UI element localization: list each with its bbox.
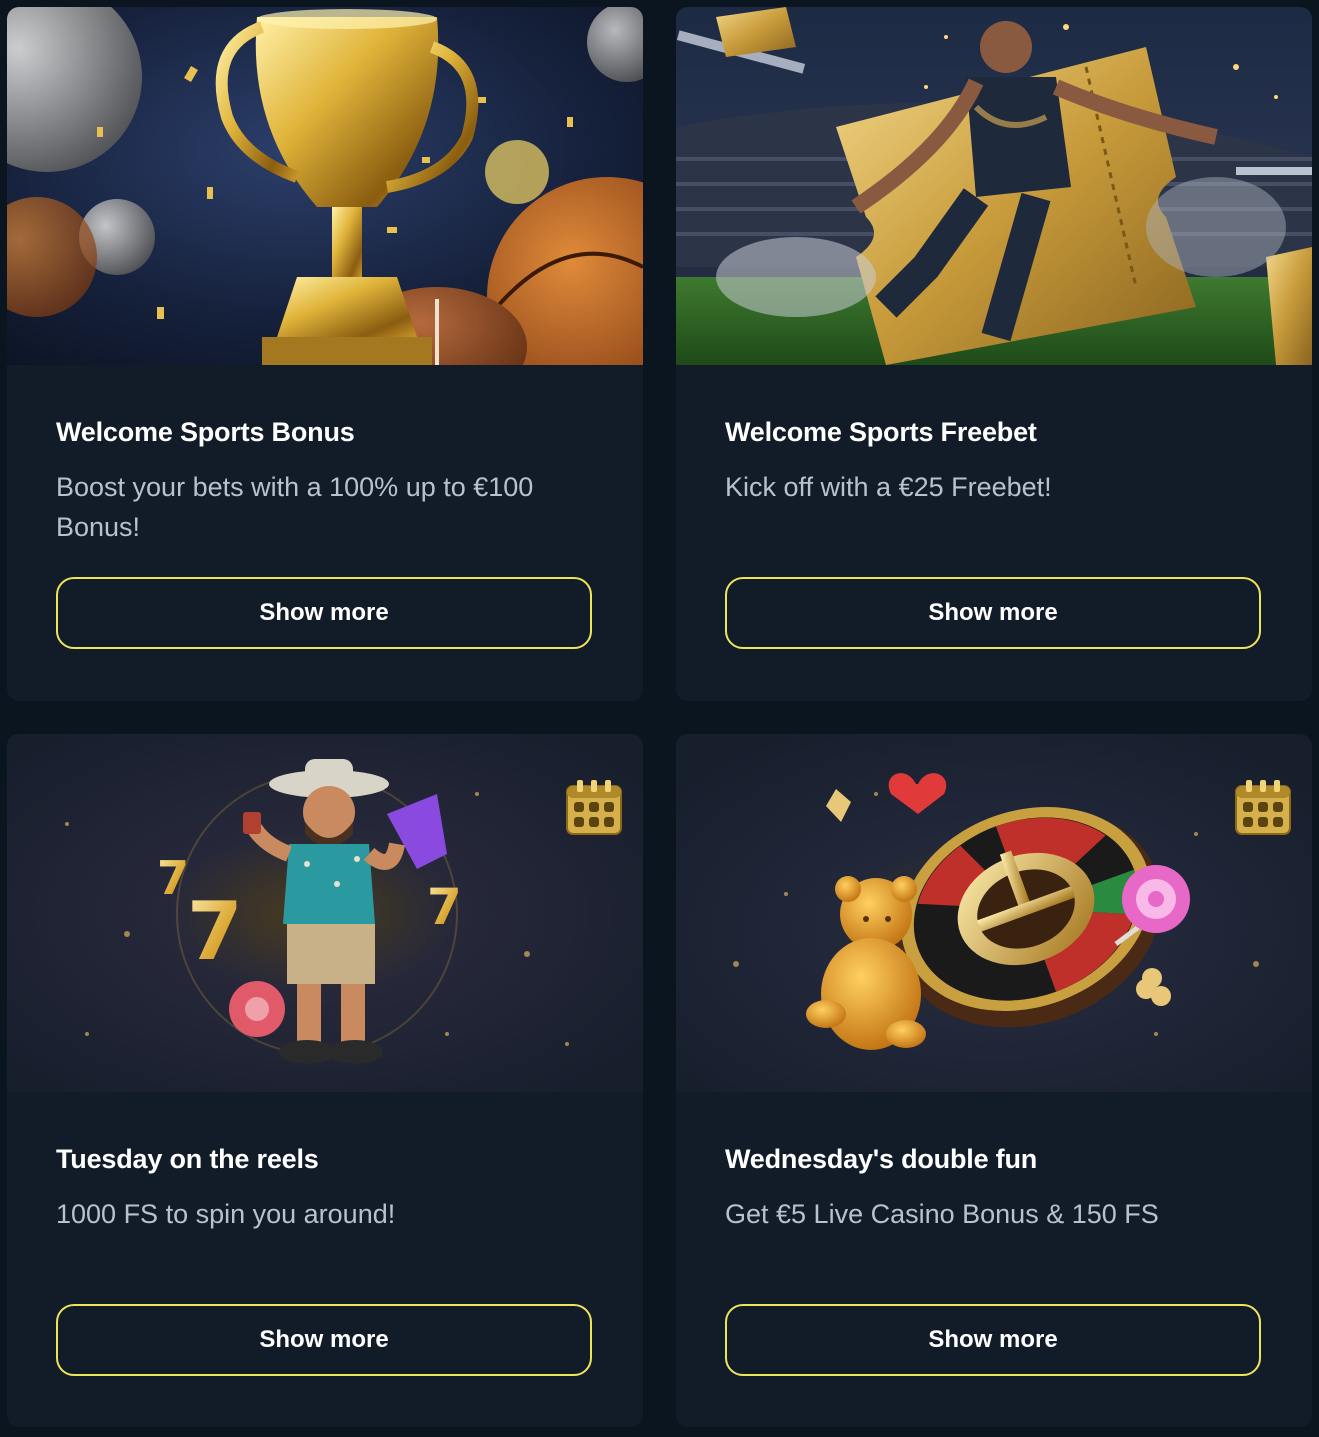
promo-card-welcome-sports-freebet: Welcome Sports Freebet Kick off with a €… [676, 7, 1312, 701]
calendar-icon [1235, 780, 1291, 835]
show-more-button[interactable]: Show more [56, 1304, 592, 1376]
promo-banner-trophy [7, 7, 643, 365]
promo-description: Get €5 Live Casino Bonus & 150 FS [725, 1199, 1159, 1229]
promo-card-welcome-sports-bonus: Welcome Sports Bonus Boost your bets wit… [7, 7, 643, 701]
promo-banner-roulette [676, 734, 1312, 1092]
promo-description: Kick off with a €25 Freebet! [725, 472, 1052, 502]
promo-banner-cowboy: 7 7 7 [7, 734, 643, 1092]
calendar-icon [566, 780, 622, 835]
promo-description: Boost your bets with a 100% up to €100 B… [56, 472, 534, 542]
promo-title: Welcome Sports Bonus [56, 417, 355, 447]
show-more-button[interactable]: Show more [56, 577, 592, 649]
svg-text:7: 7 [157, 851, 189, 905]
promo-title: Wednesday's double fun [725, 1144, 1038, 1174]
svg-text:7: 7 [187, 885, 243, 978]
promo-card-wednesdays-double-fun: Wednesday's double fun Get €5 Live Casin… [676, 734, 1312, 1427]
promo-title: Welcome Sports Freebet [725, 417, 1037, 447]
promo-title: Tuesday on the reels [56, 1144, 319, 1174]
svg-text:7: 7 [427, 878, 462, 936]
promo-description: 1000 FS to spin you around! [56, 1199, 396, 1229]
promotions-grid: Welcome Sports Bonus Boost your bets wit… [0, 0, 1319, 1437]
promo-banner-football-player [676, 7, 1312, 365]
promo-card-tuesday-on-the-reels: 7 7 7 Tuesday on the reels 1000 FS to sp… [7, 734, 643, 1427]
show-more-button[interactable]: Show more [725, 1304, 1261, 1376]
show-more-button[interactable]: Show more [725, 577, 1261, 649]
